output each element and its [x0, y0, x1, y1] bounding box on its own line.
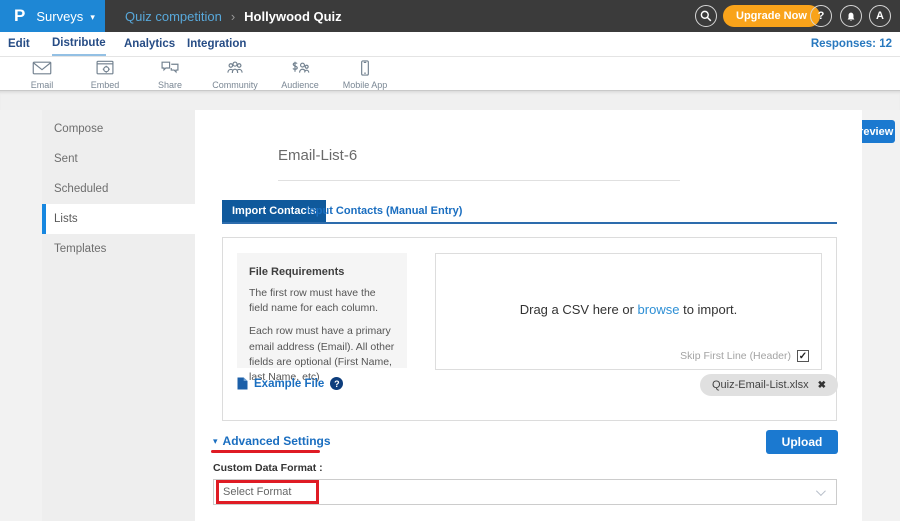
sidebar-item-scheduled[interactable]: Scheduled: [42, 174, 195, 204]
browse-link[interactable]: browse: [638, 302, 680, 317]
sidebar-item-scheduled-label: Scheduled: [54, 183, 108, 195]
community-icon: [225, 60, 245, 76]
title-divider: [278, 180, 680, 181]
sidebar-item-lists-label: Lists: [54, 213, 78, 225]
sidebar-item-lists[interactable]: Lists: [42, 204, 195, 234]
page-background-band: [0, 91, 900, 110]
question-mark-icon: ?: [818, 10, 825, 22]
channel-share[interactable]: Share: [138, 60, 202, 90]
channel-embed[interactable]: Embed: [73, 60, 137, 90]
annotation-red-underline: [211, 450, 320, 453]
tab-analytics[interactable]: Analytics: [124, 32, 175, 56]
sidebar-item-sent[interactable]: Sent: [42, 144, 195, 174]
channel-audience[interactable]: Audience: [268, 60, 332, 90]
email-icon: [32, 60, 52, 76]
tab-input-contacts-label: Input Contacts (Manual Entry): [306, 205, 462, 217]
audience-icon: [290, 60, 310, 76]
channel-email[interactable]: Email: [10, 60, 74, 90]
chevron-down-icon: ▾: [90, 12, 95, 23]
channel-share-label: Share: [158, 81, 182, 90]
sidebar-item-templates[interactable]: Templates: [42, 234, 195, 264]
upgrade-now-label: Upgrade Now: [736, 10, 807, 22]
tab-underline: [222, 222, 837, 224]
search-icon: [700, 10, 712, 22]
tab-analytics-label: Analytics: [124, 38, 175, 50]
tab-input-contacts-manual[interactable]: Input Contacts (Manual Entry): [306, 200, 462, 222]
file-requirements-title: File Requirements: [249, 266, 395, 278]
section-nav: Edit Distribute Analytics Integration Re…: [0, 32, 900, 57]
surveys-menu-label: Surveys: [36, 9, 83, 24]
top-header: P Surveys ▾ Quiz competition › Hollywood…: [0, 0, 900, 32]
example-file-link[interactable]: Example File: [254, 378, 324, 390]
responses-count[interactable]: Responses: 12: [811, 32, 892, 56]
skip-first-line-row: Skip First Line (Header) ✓: [680, 350, 809, 362]
upload-button[interactable]: Upload: [766, 430, 838, 454]
email-list-name[interactable]: Email-List-6: [278, 147, 357, 164]
search-button[interactable]: [695, 5, 717, 27]
questionpro-logo-icon: P: [14, 6, 25, 26]
channel-mobile-app[interactable]: Mobile App: [333, 60, 397, 90]
help-button[interactable]: ?: [810, 5, 832, 27]
csv-dropzone[interactable]: Drag a CSV here or browse to import. Ski…: [435, 253, 822, 370]
remove-file-icon[interactable]: ✖: [818, 380, 826, 391]
sidebar-item-compose-label: Compose: [54, 123, 103, 135]
breadcrumb-parent[interactable]: Quiz competition: [125, 9, 222, 24]
channel-audience-label: Audience: [281, 81, 319, 90]
tab-integration-label: Integration: [187, 38, 246, 50]
tab-edit[interactable]: Edit: [8, 32, 30, 56]
file-requirements-box: File Requirements The first row must hav…: [237, 253, 407, 368]
channel-community[interactable]: Community: [203, 60, 267, 90]
sidebar-item-compose[interactable]: Compose: [42, 114, 195, 144]
bell-icon: [845, 10, 857, 23]
caret-down-icon: ▾: [213, 436, 218, 447]
chevron-down-icon: [816, 486, 826, 496]
breadcrumb: Quiz competition › Hollywood Quiz: [125, 0, 342, 32]
tab-edit-label: Edit: [8, 38, 30, 50]
upload-button-label: Upload: [782, 435, 823, 449]
share-icon: [160, 60, 180, 76]
dropzone-text-before: Drag a CSV here or: [520, 302, 634, 317]
uploaded-file-chip: Quiz-Email-List.xlsx ✖: [700, 374, 838, 396]
sidebar-item-templates-label: Templates: [54, 243, 106, 255]
example-file-row: Example File ?: [237, 377, 343, 390]
channel-mobile-app-label: Mobile App: [343, 81, 388, 90]
embed-icon: [95, 60, 115, 76]
advanced-settings-label: Advanced Settings: [223, 434, 331, 448]
uploaded-file-name: Quiz-Email-List.xlsx: [712, 379, 809, 391]
breadcrumb-current: Hollywood Quiz: [244, 9, 342, 24]
upgrade-now-button[interactable]: Upgrade Now: [723, 5, 820, 27]
dropzone-text-after: to import.: [683, 302, 737, 317]
tab-distribute[interactable]: Distribute: [52, 32, 106, 56]
sidebar-item-sent-label: Sent: [54, 153, 78, 165]
channel-embed-label: Embed: [91, 81, 120, 90]
tab-import-contacts-label: Import Contacts: [232, 205, 316, 217]
avatar-letter: A: [876, 10, 884, 22]
mobile-app-icon: [355, 60, 375, 76]
tab-integration[interactable]: Integration: [187, 32, 246, 56]
file-icon: [237, 377, 248, 390]
custom-data-format-label: Custom Data Format :: [213, 462, 323, 474]
notifications-button[interactable]: [840, 5, 862, 27]
channel-community-label: Community: [212, 81, 258, 90]
channel-email-label: Email: [31, 81, 54, 90]
tab-distribute-label: Distribute: [52, 37, 106, 49]
surveys-menu[interactable]: P Surveys ▾: [0, 0, 105, 32]
email-sidebar: Compose Sent Scheduled Lists Templates: [42, 110, 195, 521]
skip-first-line-label: Skip First Line (Header): [680, 350, 791, 362]
distribute-toolbar: Email Embed Share Community: [0, 57, 900, 91]
skip-first-line-checkbox[interactable]: ✓: [797, 350, 809, 362]
account-avatar[interactable]: A: [869, 5, 891, 27]
help-icon[interactable]: ?: [330, 377, 343, 390]
file-requirements-line1: The first row must have the field name f…: [249, 286, 395, 316]
dropzone-text: Drag a CSV here or browse to import.: [436, 302, 821, 317]
breadcrumb-separator-icon: ›: [231, 9, 235, 24]
advanced-settings-toggle[interactable]: ▾ Advanced Settings: [213, 434, 331, 448]
annotation-red-box: [216, 480, 319, 504]
